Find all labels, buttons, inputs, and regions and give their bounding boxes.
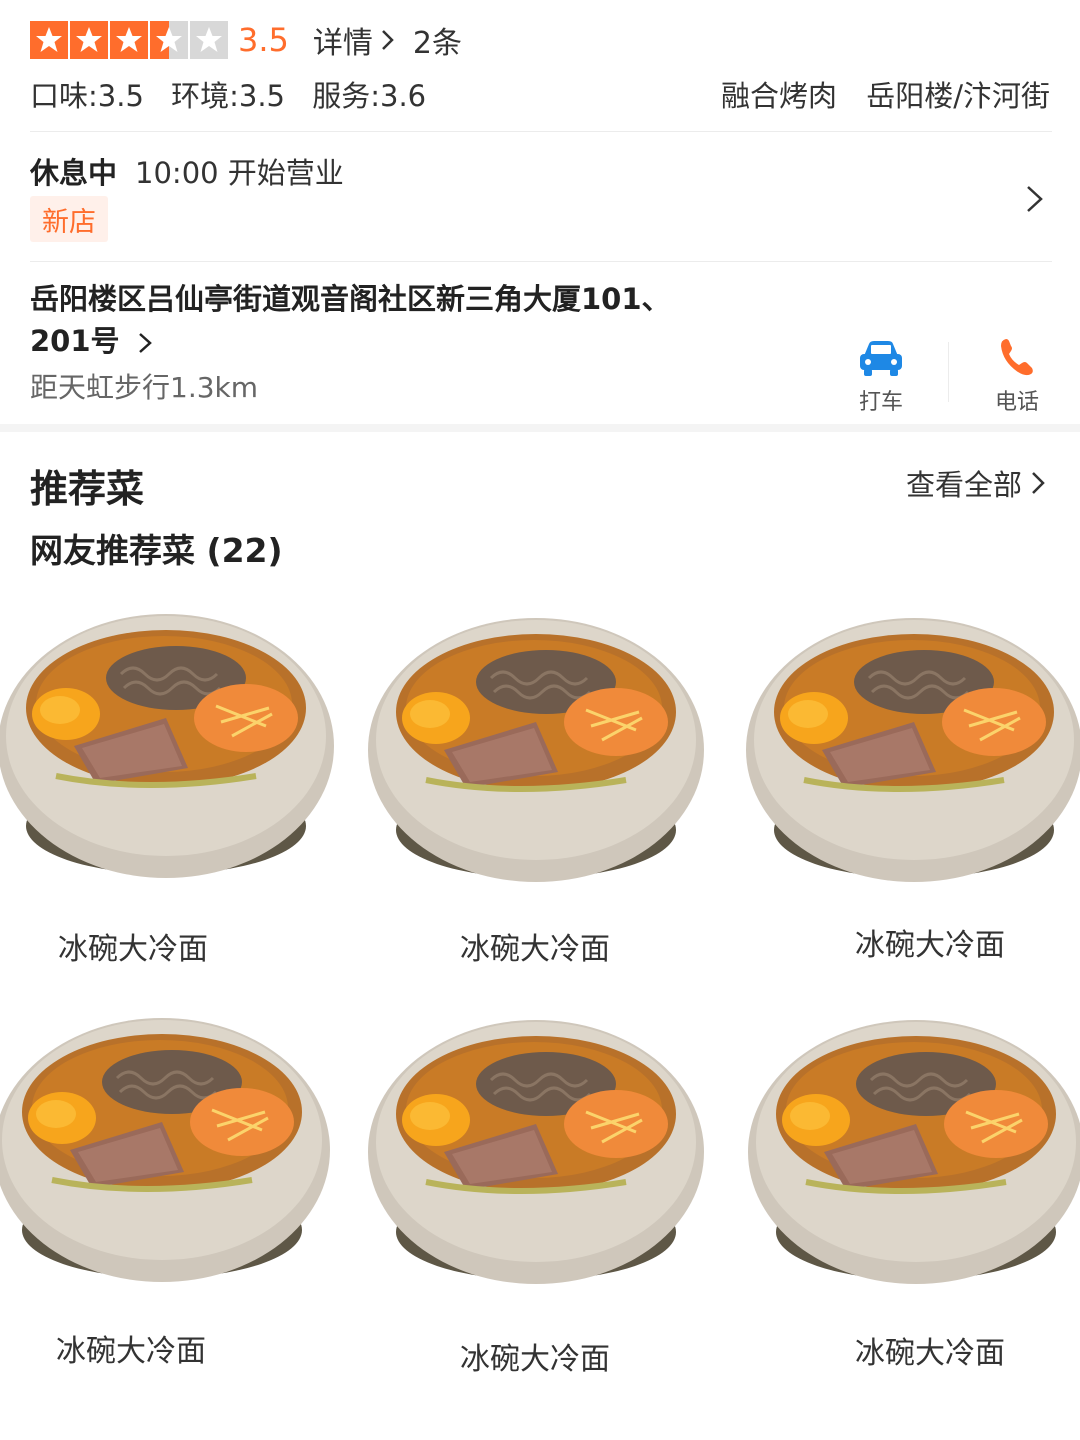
sub-ratings-row: 口味:3.5 环境:3.5 服务:3.6 融合烤肉 岳阳楼/汴河街 bbox=[30, 74, 1050, 114]
view-all-link[interactable]: 查看全部 bbox=[906, 462, 1046, 504]
address-line-1: 岳阳楼区吕仙亭街道观音阁社区新三角大厦101、 bbox=[30, 282, 671, 316]
chevron-right-icon bbox=[382, 30, 394, 50]
taxi-button[interactable]: 打车 bbox=[826, 336, 936, 416]
new-shop-badge: 新店 bbox=[30, 196, 108, 242]
dish-card[interactable] bbox=[744, 600, 1080, 900]
open-time: 10:00 开始营业 bbox=[135, 156, 344, 190]
rating-detail-label: 详情 bbox=[312, 26, 373, 61]
dish-name[interactable]: 冰碗大冷面 bbox=[460, 1334, 610, 1378]
phone-label: 电话 bbox=[994, 390, 1039, 415]
dish-name[interactable]: 冰碗大冷面 bbox=[56, 1326, 206, 1370]
phone-icon bbox=[1001, 339, 1033, 376]
star-rating bbox=[30, 21, 228, 59]
address-line-2: 201号 bbox=[30, 324, 120, 358]
rating-score: 3.5 bbox=[238, 21, 289, 59]
star-half-icon bbox=[150, 21, 188, 59]
dish-name[interactable]: 冰碗大冷面 bbox=[855, 1328, 1005, 1372]
section-separator bbox=[0, 424, 1080, 432]
rating-detail-link[interactable]: 详情 bbox=[313, 18, 395, 62]
shop-tags: 融合烤肉 岳阳楼/汴河街 bbox=[701, 73, 1050, 115]
rating-row: 3.5 详情 2条 bbox=[30, 18, 462, 62]
divider bbox=[30, 261, 1052, 262]
dish-photo bbox=[746, 1002, 1080, 1302]
dish-card[interactable] bbox=[0, 596, 336, 896]
dish-name[interactable]: 冰碗大冷面 bbox=[58, 924, 208, 968]
chevron-right-icon[interactable] bbox=[1024, 184, 1046, 214]
dish-card[interactable] bbox=[366, 600, 706, 900]
restaurant-detail-page: 3.5 详情 2条 口味:3.5 环境:3.5 服务:3.6 融合烤肉 岳阳楼/… bbox=[0, 0, 1080, 1440]
phone-button[interactable]: 电话 bbox=[962, 336, 1072, 416]
view-all-label: 查看全部 bbox=[905, 468, 1022, 502]
chevron-right-icon bbox=[138, 333, 152, 353]
review-count[interactable]: 2条 bbox=[413, 18, 462, 62]
star-full-icon bbox=[70, 21, 108, 59]
car-icon bbox=[860, 341, 902, 376]
dish-photo bbox=[366, 600, 706, 900]
sub-ratings: 口味:3.5 环境:3.5 服务:3.6 bbox=[30, 73, 444, 115]
dish-photo bbox=[366, 1002, 706, 1302]
business-hours[interactable]: 休息中 10:00 开始营业 bbox=[30, 150, 344, 192]
walking-distance: 距天虹步行1.3km bbox=[30, 371, 259, 404]
chevron-right-icon bbox=[1032, 472, 1045, 494]
recommended-title: 推荐菜 bbox=[30, 467, 145, 511]
divider bbox=[30, 131, 1052, 132]
area-tag[interactable]: 岳阳楼/汴河街 bbox=[866, 79, 1050, 113]
category-tag[interactable]: 融合烤肉 bbox=[721, 79, 837, 113]
open-status: 休息中 bbox=[30, 156, 118, 190]
dish-card[interactable] bbox=[366, 1002, 706, 1302]
shop-address[interactable]: 岳阳楼区吕仙亭街道观音阁社区新三角大厦101、 201号 bbox=[30, 278, 730, 362]
dish-name[interactable]: 冰碗大冷面 bbox=[460, 924, 610, 968]
dish-photo bbox=[0, 596, 336, 896]
taxi-label: 打车 bbox=[858, 390, 903, 415]
environment-rating: 环境:3.5 bbox=[171, 79, 285, 113]
dish-name[interactable]: 冰碗大冷面 bbox=[855, 920, 1005, 964]
taste-rating: 口味:3.5 bbox=[30, 79, 144, 113]
service-rating: 服务:3.6 bbox=[312, 79, 427, 113]
user-recommended-subtitle: 网友推荐菜 (22) bbox=[30, 531, 283, 570]
star-full-icon bbox=[30, 21, 68, 59]
star-empty-icon bbox=[190, 21, 228, 59]
dish-card[interactable] bbox=[0, 1000, 332, 1300]
dish-card[interactable] bbox=[746, 1002, 1080, 1302]
dish-photo bbox=[744, 600, 1080, 900]
dish-photo bbox=[0, 1000, 332, 1300]
star-full-icon bbox=[110, 21, 148, 59]
divider bbox=[948, 342, 949, 402]
